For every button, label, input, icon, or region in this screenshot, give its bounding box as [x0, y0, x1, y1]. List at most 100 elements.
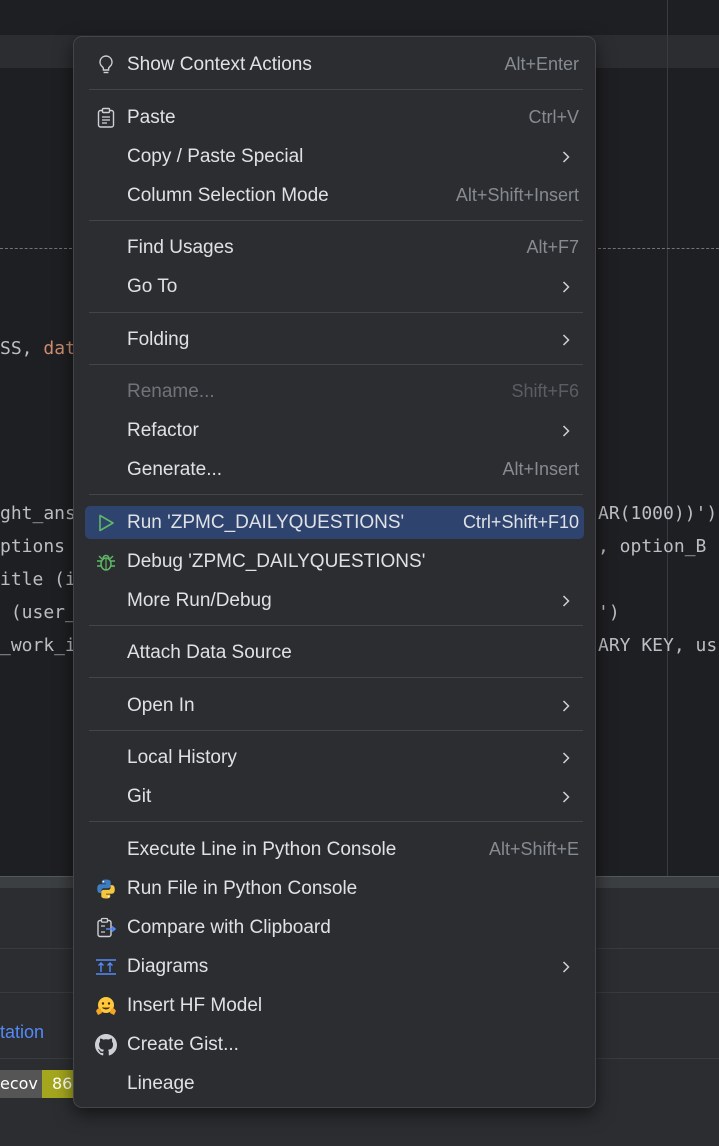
menu-item-rename: Rename... Shift+F6: [85, 375, 584, 408]
menu-separator: [89, 312, 583, 313]
documentation-link[interactable]: tation: [0, 1022, 44, 1043]
menu-item-label: Column Selection Mode: [127, 185, 329, 206]
title-bar: [0, 0, 719, 35]
chevron-right-icon: [562, 700, 570, 712]
shortcut-text: Alt+Insert: [502, 459, 579, 479]
menu-item-label: Local History: [127, 747, 237, 768]
menu-item-label: Insert HF Model: [127, 995, 263, 1016]
menu-item-create-gist[interactable]: Create Gist...: [85, 1028, 584, 1061]
menu-item-local-history[interactable]: Local History: [85, 741, 584, 774]
chevron-right-icon: [562, 961, 570, 973]
shortcut-text: Alt+Enter: [504, 54, 579, 74]
code-line: '): [598, 602, 620, 623]
code-line: itle (i: [0, 569, 76, 590]
menu-item-paste[interactable]: Paste Ctrl+V: [85, 101, 584, 134]
menu-item-label: Open In: [127, 695, 195, 716]
coverage-badge-label: ecov: [0, 1070, 42, 1098]
shortcut-text: Shift+F6: [511, 381, 579, 401]
menu-item-go-to[interactable]: Go To: [85, 270, 584, 303]
chevron-right-icon: [562, 151, 570, 163]
menu-item-label: Go To: [127, 276, 178, 297]
chevron-right-icon: [562, 281, 570, 293]
chevron-right-icon: [562, 334, 570, 346]
lightbulb-icon: [94, 53, 118, 77]
chevron-right-icon: [562, 425, 570, 437]
menu-item-generate[interactable]: Generate... Alt+Insert: [85, 453, 584, 486]
menu-item-label: Git: [127, 786, 152, 807]
debug-bug-icon: [94, 550, 118, 574]
menu-item-label: Rename...: [127, 381, 215, 402]
menu-item-label: Attach Data Source: [127, 642, 292, 663]
menu-item-open-in[interactable]: Open In: [85, 689, 584, 722]
menu-separator: [89, 220, 583, 221]
shortcut-text: Ctrl+V: [528, 107, 579, 127]
editor-context-menu: Show Context Actions Alt+Enter Paste Ctr…: [73, 36, 596, 1108]
menu-item-label: Refactor: [127, 420, 199, 441]
menu-item-run-file-python-console[interactable]: Run File in Python Console: [85, 872, 584, 905]
menu-item-debug[interactable]: Debug 'ZPMC_DAILYQUESTIONS': [85, 545, 584, 578]
shortcut-text: Alt+Shift+Insert: [455, 185, 579, 205]
chevron-right-icon: [562, 595, 570, 607]
menu-item-label: Diagrams: [127, 956, 209, 977]
menu-item-label: More Run/Debug: [127, 590, 272, 611]
menu-item-git[interactable]: Git: [85, 780, 584, 813]
menu-item-label: Create Gist...: [127, 1034, 239, 1055]
separator-comment-line: [0, 248, 72, 250]
menu-item-copy-paste-special[interactable]: Copy / Paste Special: [85, 140, 584, 173]
menu-item-label: Run 'ZPMC_DAILYQUESTIONS': [127, 512, 405, 533]
chevron-right-icon: [562, 752, 570, 764]
menu-separator: [89, 821, 583, 822]
menu-item-label: Compare with Clipboard: [127, 917, 331, 938]
code-line: ght_ans: [0, 503, 76, 524]
menu-item-label: Folding: [127, 329, 190, 350]
menu-item-more-run-debug[interactable]: More Run/Debug: [85, 584, 584, 617]
menu-item-label: Generate...: [127, 459, 223, 480]
menu-item-label: Lineage: [127, 1073, 195, 1094]
right-margin-guide: [667, 0, 668, 876]
run-icon: [94, 511, 118, 535]
menu-separator: [89, 494, 583, 495]
code-line: ptions: [0, 536, 66, 557]
menu-item-diagrams[interactable]: Diagrams: [85, 950, 584, 983]
shortcut-text: Alt+F7: [526, 237, 579, 257]
menu-item-run[interactable]: Run 'ZPMC_DAILYQUESTIONS' Ctrl+Shift+F10: [85, 506, 584, 539]
code-line: _work_i: [0, 635, 76, 656]
menu-separator: [89, 730, 583, 731]
menu-item-label: Debug 'ZPMC_DAILYQUESTIONS': [127, 551, 426, 572]
menu-item-label: Run File in Python Console: [127, 878, 358, 899]
menu-item-insert-hf-model[interactable]: Insert HF Model: [85, 989, 584, 1022]
separator-comment-line: [598, 248, 719, 250]
menu-separator: [89, 677, 583, 678]
diagrams-icon: [94, 955, 118, 979]
github-icon: [94, 1033, 118, 1057]
menu-item-label: Find Usages: [127, 237, 234, 258]
menu-item-compare-with-clipboard[interactable]: Compare with Clipboard: [85, 911, 584, 944]
code-line: SS, dat: [0, 338, 76, 359]
menu-item-lineage[interactable]: Lineage: [85, 1067, 584, 1100]
code-line: ARY KEY, us: [598, 635, 718, 656]
clipboard-icon: [94, 106, 118, 130]
menu-item-show-context-actions[interactable]: Show Context Actions Alt+Enter: [85, 48, 584, 81]
python-icon: [94, 877, 118, 901]
chevron-right-icon: [562, 791, 570, 803]
menu-item-label: Execute Line in Python Console: [127, 839, 397, 860]
code-line: AR(1000))'): [598, 503, 718, 524]
menu-item-column-selection-mode[interactable]: Column Selection Mode Alt+Shift+Insert: [85, 179, 584, 212]
menu-separator: [89, 89, 583, 90]
hugging-face-icon: [94, 994, 118, 1018]
shortcut-text: Ctrl+Shift+F10: [462, 512, 579, 532]
menu-item-folding[interactable]: Folding: [85, 323, 584, 356]
menu-item-execute-line-python-console[interactable]: Execute Line in Python Console Alt+Shift…: [85, 833, 584, 866]
menu-separator: [89, 364, 583, 365]
code-line: , option_B: [598, 536, 707, 557]
menu-separator: [89, 625, 583, 626]
menu-item-refactor[interactable]: Refactor: [85, 414, 584, 447]
code-line: (user_: [0, 602, 76, 623]
shortcut-text: Alt+Shift+E: [488, 839, 579, 859]
menu-item-label: Copy / Paste Special: [127, 146, 304, 167]
menu-item-find-usages[interactable]: Find Usages Alt+F7: [85, 231, 584, 264]
menu-item-label: Paste: [127, 107, 176, 128]
compare-clipboard-icon: [94, 916, 118, 940]
menu-item-label: Show Context Actions: [127, 54, 312, 75]
menu-item-attach-data-source[interactable]: Attach Data Source: [85, 636, 584, 669]
